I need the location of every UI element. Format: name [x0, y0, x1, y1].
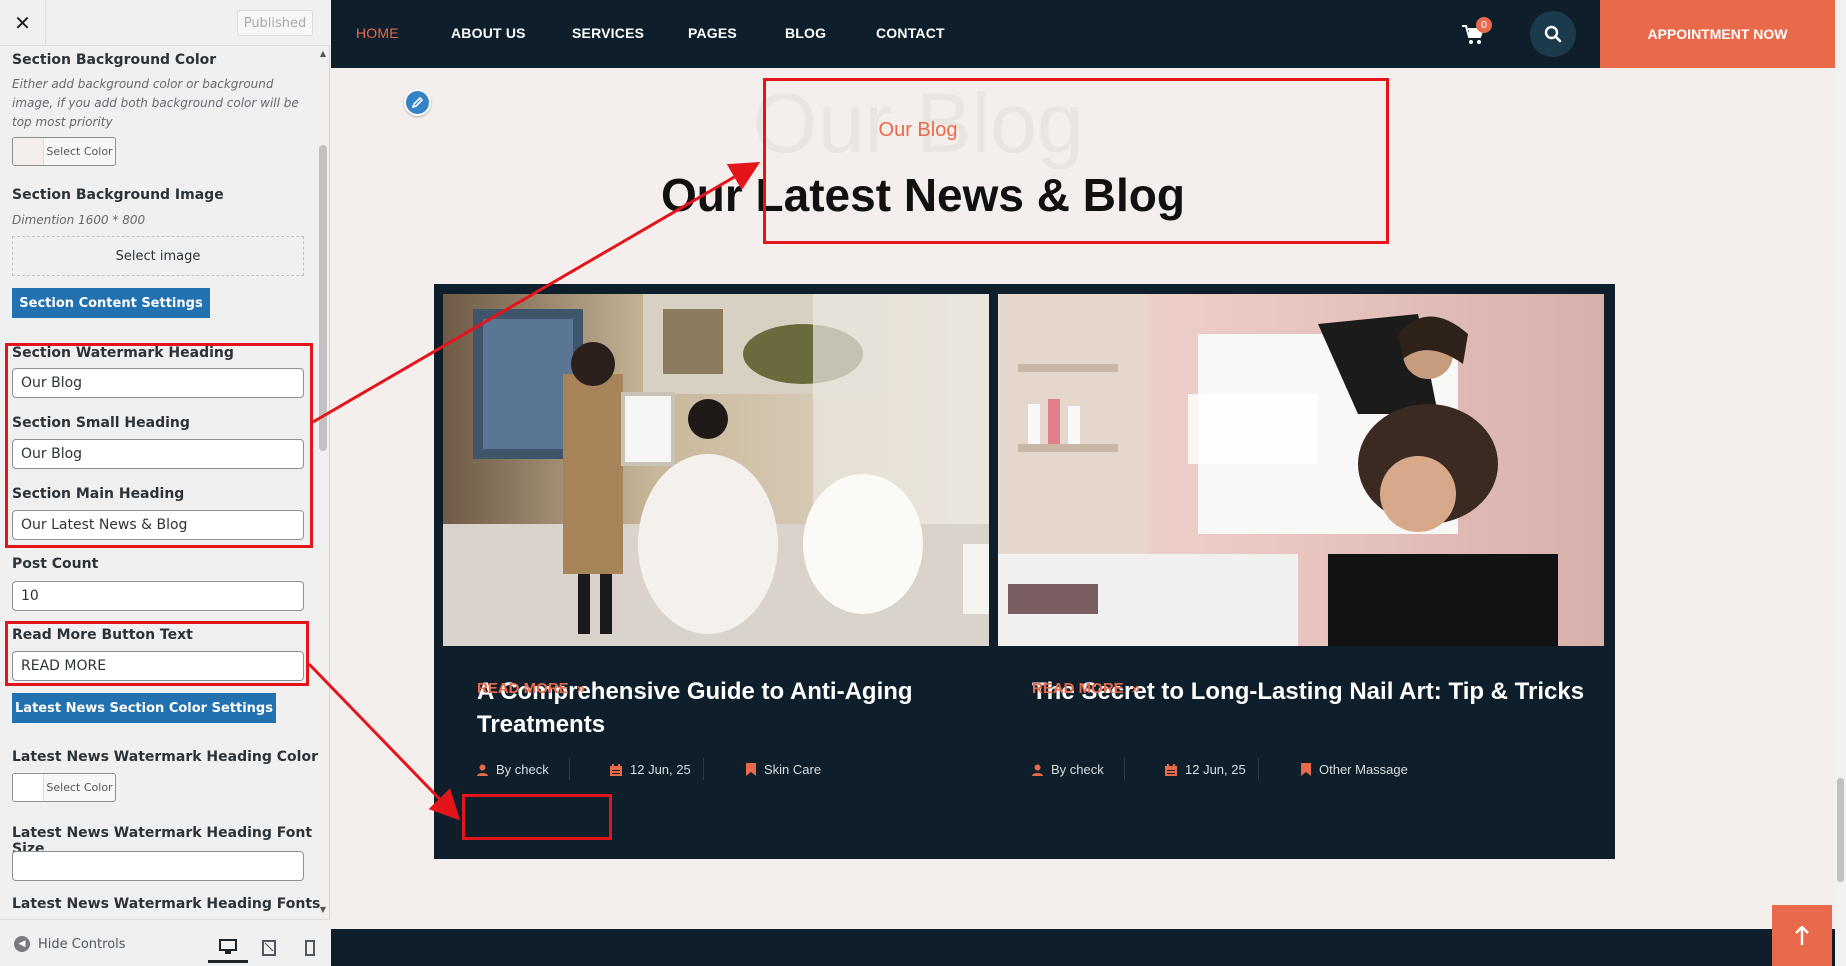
preview-scrollbar[interactable] [1835, 0, 1846, 966]
published-button[interactable]: Published [237, 10, 313, 36]
bg-image-description: Dimention 1600 * 800 [12, 213, 146, 227]
sidebar-scrollbar-thumb[interactable] [319, 145, 327, 451]
blog-card: The Secret to Long-Lasting Nail Art: Tip… [989, 284, 1615, 859]
post-category: Skin Care [746, 762, 821, 777]
calendar-icon [610, 763, 622, 776]
meta-divider [569, 758, 570, 780]
nav-pages[interactable]: PAGES [688, 25, 737, 41]
appointment-button[interactable]: APPOINTMENT NOW [1600, 0, 1835, 68]
read-more-link[interactable]: READ MORE » [1032, 680, 1140, 697]
annotation-box-read-more-control [5, 621, 309, 686]
user-icon [1032, 764, 1043, 776]
post-category-text[interactable]: Other Massage [1319, 762, 1408, 777]
annotation-box-section-headings [763, 78, 1389, 244]
post-author: By check [477, 762, 549, 777]
arrow-up-icon [1795, 925, 1809, 945]
watermark-font-size-input[interactable] [12, 851, 304, 881]
calendar-icon [1165, 763, 1177, 776]
nav-blog[interactable]: BLOG [785, 25, 826, 41]
meta-divider [1258, 758, 1259, 780]
select-color-label: Select Color [46, 781, 113, 794]
nav-about[interactable]: ABOUT US [451, 25, 526, 41]
watermark-color-select-button[interactable]: Select Color [12, 773, 116, 802]
meta-divider [1124, 758, 1125, 780]
edit-shortcut-pencil-icon[interactable] [404, 89, 431, 116]
double-chevron-right-icon: » [1131, 680, 1141, 697]
cart-count-badge: 0 [1476, 17, 1492, 33]
desktop-icon[interactable] [208, 933, 248, 963]
bookmark-icon [746, 763, 756, 776]
search-icon[interactable] [1530, 11, 1576, 57]
bg-color-select-button[interactable]: Select Color [12, 137, 116, 166]
watermark-fonts-label: Latest News Watermark Heading Fonts [12, 896, 321, 912]
nav-contact[interactable]: CONTACT [876, 25, 945, 41]
double-chevron-right-icon: » [576, 680, 586, 697]
post-author-text: By check [496, 762, 549, 777]
user-icon [477, 764, 488, 776]
site-footer [331, 929, 1835, 966]
preview-scrollbar-thumb[interactable] [1837, 778, 1844, 882]
post-category-text[interactable]: Skin Care [764, 762, 821, 777]
post-count-input[interactable]: 10 [12, 581, 304, 611]
mobile-icon[interactable] [290, 933, 330, 963]
color-swatch [13, 138, 44, 165]
post-author: By check [1032, 762, 1104, 777]
hide-controls-label: Hide Controls [38, 936, 126, 952]
back-to-top-button[interactable] [1772, 905, 1832, 966]
bg-image-label: Section Background Image [12, 187, 224, 203]
post-count-label: Post Count [12, 556, 99, 572]
bg-color-label: Section Background Color [12, 52, 217, 68]
read-more-link[interactable]: READ MORE » [477, 680, 585, 697]
hide-controls-button[interactable]: ◀ Hide Controls [14, 936, 126, 952]
bookmark-icon [1301, 763, 1311, 776]
post-date-text: 12 Jun, 25 [630, 762, 691, 777]
select-image-button[interactable]: Select image [12, 236, 304, 276]
nav-home[interactable]: HOME [356, 25, 399, 41]
customizer-footer: ◀ Hide Controls [0, 919, 330, 966]
close-icon[interactable]: ✕ [0, 0, 46, 46]
tablet-icon[interactable] [249, 933, 289, 963]
collapse-icon: ◀ [14, 936, 30, 952]
post-date-text: 12 Jun, 25 [1185, 762, 1246, 777]
post-category: Other Massage [1301, 762, 1408, 777]
blog-card: A Comprehensive Guide to Anti-Aging Trea… [434, 284, 1060, 859]
blog-card-image-salon-mirror[interactable] [443, 294, 1049, 646]
meta-divider [703, 758, 704, 780]
site-header: HOME ABOUT US SERVICES PAGES BLOG CONTAC… [331, 0, 1835, 68]
watermark-color-label: Latest News Watermark Heading Color [12, 749, 318, 765]
annotation-box-read-more-button [462, 794, 612, 840]
customizer-header: ✕ Published [0, 0, 330, 46]
bg-color-description: Either add background color or backgroun… [12, 77, 299, 129]
read-more-label: READ MORE [1032, 680, 1124, 697]
color-swatch [13, 774, 44, 801]
blog-card-image-hair-drying[interactable] [998, 294, 1604, 646]
annotation-box-heading-controls [5, 343, 313, 548]
post-author-text: By check [1051, 762, 1104, 777]
post-date: 12 Jun, 25 [610, 762, 691, 777]
scroll-down-arrow[interactable]: ▼ [320, 905, 326, 914]
color-settings-button[interactable]: Latest News Section Color Settings [12, 693, 276, 723]
section-content-settings-button[interactable]: Section Content Settings [12, 288, 210, 318]
read-more-label: READ MORE [477, 680, 569, 697]
post-date: 12 Jun, 25 [1165, 762, 1246, 777]
scroll-up-arrow[interactable]: ▲ [320, 49, 326, 58]
nav-services[interactable]: SERVICES [572, 25, 644, 41]
select-color-label: Select Color [46, 145, 113, 158]
